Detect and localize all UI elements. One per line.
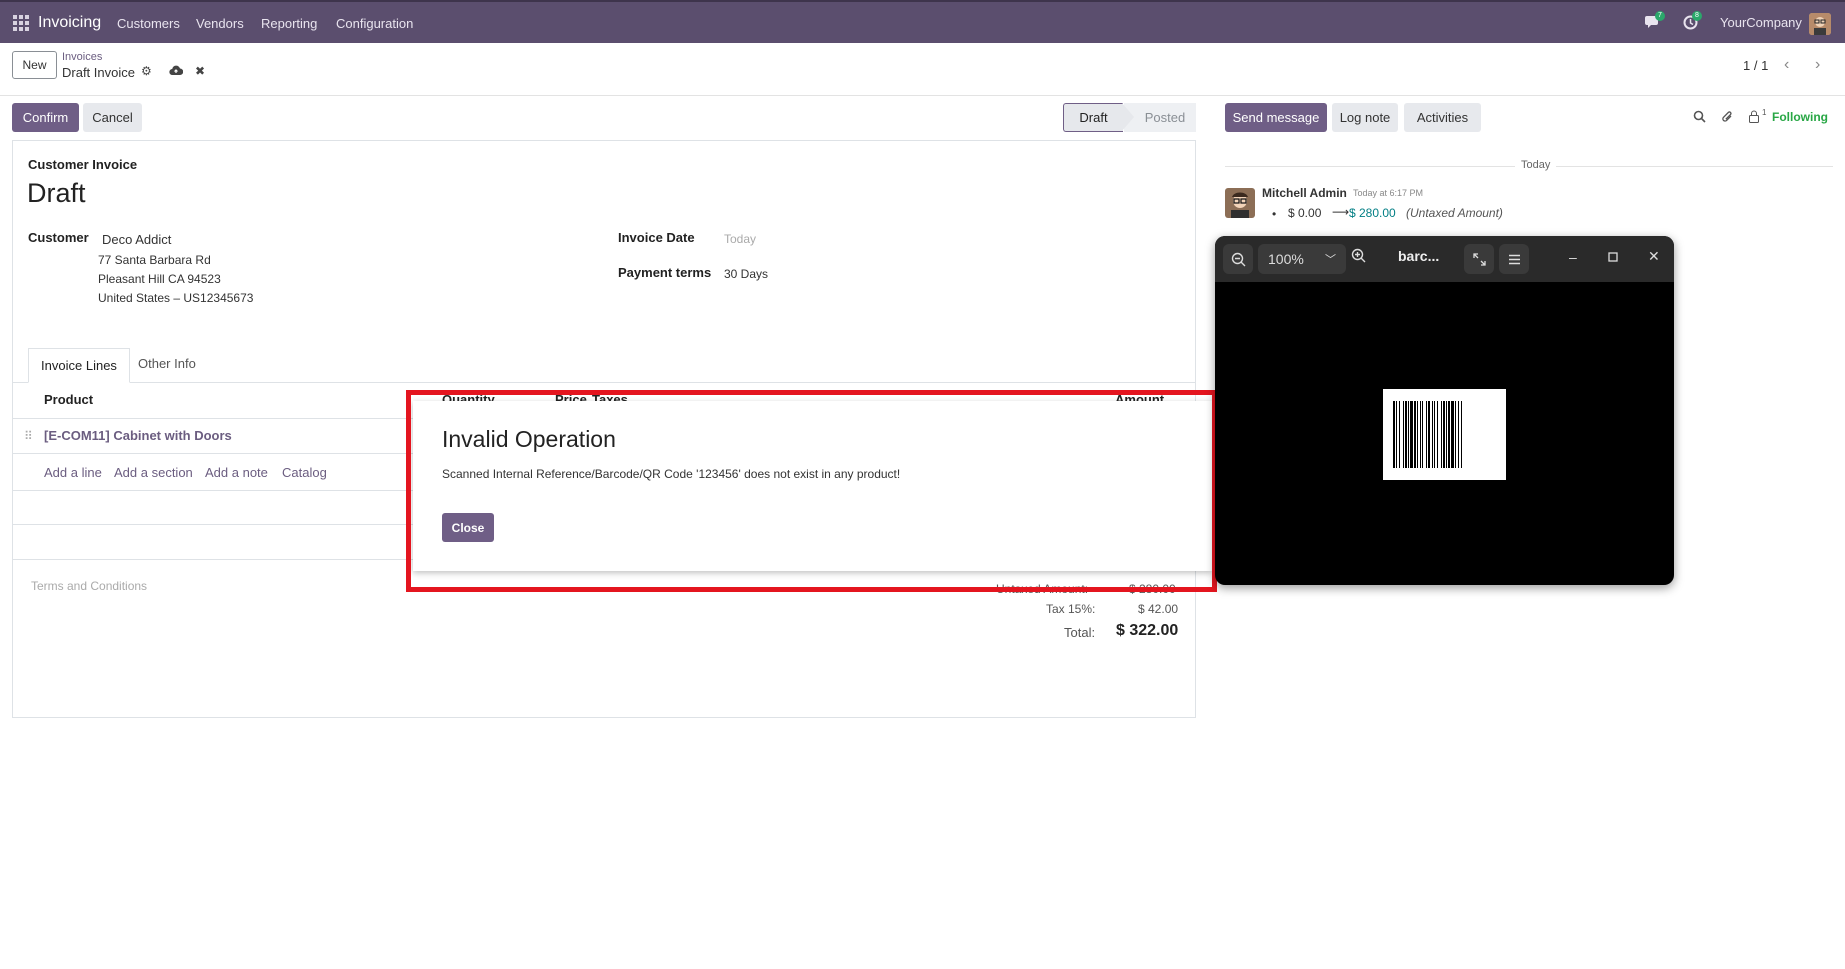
- breadcrumb-invoices[interactable]: Invoices: [62, 51, 102, 63]
- catalog-link[interactable]: Catalog: [282, 465, 327, 480]
- save-cloud-icon[interactable]: [169, 65, 184, 79]
- tab-invoice-lines[interactable]: Invoice Lines: [28, 348, 130, 383]
- address-line-2: Pleasant Hill CA 94523: [98, 272, 221, 286]
- date-separator: Today: [1515, 159, 1557, 171]
- menu-customers[interactable]: Customers: [117, 16, 180, 31]
- user-avatar[interactable]: [1809, 13, 1831, 35]
- arrow-right-icon: ⟶: [1332, 205, 1350, 219]
- tax-value: $ 42.00: [1138, 602, 1179, 616]
- menu-reporting[interactable]: Reporting: [261, 16, 317, 31]
- send-message-button[interactable]: Send message: [1225, 103, 1327, 132]
- viewer-filename: barc...: [1398, 248, 1440, 264]
- message-author[interactable]: Mitchell Admin: [1262, 186, 1347, 200]
- followers-count: 1: [1762, 108, 1767, 117]
- cancel-button[interactable]: Cancel: [83, 103, 142, 132]
- pager-value[interactable]: 1 / 1: [1743, 58, 1768, 73]
- fullscreen-icon[interactable]: [1464, 244, 1494, 274]
- paperclip-icon[interactable]: [1721, 110, 1734, 127]
- minimize-icon[interactable]: –: [1569, 249, 1577, 265]
- barcode-icon: [1393, 401, 1462, 468]
- app-menu-icon[interactable]: [13, 15, 29, 31]
- viewer-toolbar: 100% ﹀ barc... – ✕: [1215, 236, 1674, 282]
- following-toggle[interactable]: Following: [1772, 110, 1828, 124]
- tracking-old-value: $ 0.00: [1288, 206, 1322, 220]
- add-line-link[interactable]: Add a line: [44, 465, 102, 480]
- zoom-value: 100%: [1268, 251, 1304, 267]
- confirm-button[interactable]: Confirm: [12, 103, 79, 132]
- hamburger-menu-icon[interactable]: [1499, 244, 1529, 274]
- column-product[interactable]: Product: [44, 392, 93, 407]
- payment-terms-label: Payment terms: [618, 265, 712, 280]
- pager-previous-icon[interactable]: ‹: [1784, 56, 1789, 74]
- total-label: Total:: [1064, 625, 1096, 640]
- activities-count: 8: [1692, 11, 1702, 21]
- tabs-divider: [12, 382, 1196, 383]
- tracking-new-value: $ 280.00: [1349, 206, 1396, 220]
- invoice-date-label: Invoice Date: [618, 230, 695, 245]
- address-line-1: 77 Santa Barbara Rd: [98, 253, 211, 267]
- status-arrow: [1122, 103, 1134, 131]
- tracking-bullet: •: [1272, 207, 1277, 221]
- followers-icon[interactable]: [1748, 110, 1760, 126]
- status-draft[interactable]: Draft: [1063, 103, 1123, 132]
- zoom-out-icon[interactable]: [1223, 244, 1253, 274]
- menu-configuration[interactable]: Configuration: [336, 16, 413, 31]
- discard-icon[interactable]: ✖: [195, 64, 205, 78]
- top-navbar: Invoicing Customers Vendors Reporting Co…: [0, 0, 1845, 43]
- address-line-3: United States – US12345673: [98, 291, 254, 305]
- tab-other-info[interactable]: Other Info: [138, 356, 196, 371]
- messages-icon[interactable]: 7: [1645, 11, 1665, 32]
- zoom-select[interactable]: 100% ﹀: [1258, 244, 1346, 274]
- chevron-down-icon: ﹀: [1325, 254, 1336, 266]
- menu-vendors[interactable]: Vendors: [196, 16, 244, 31]
- customer-label: Customer: [28, 230, 89, 245]
- line-product[interactable]: [E-COM11] Cabinet with Doors: [44, 428, 232, 443]
- image-viewer-window: 100% ﹀ barc... – ✕: [1215, 236, 1674, 585]
- form-subtitle: Customer Invoice: [28, 157, 138, 172]
- customer-field[interactable]: Deco Addict: [102, 232, 171, 247]
- form-title: Draft: [27, 178, 86, 208]
- app-name[interactable]: Invoicing: [38, 14, 101, 32]
- author-avatar[interactable]: [1225, 188, 1255, 218]
- total-value: $ 322.00: [1116, 622, 1179, 639]
- drag-handle-icon[interactable]: ⠿: [24, 429, 33, 443]
- activities-icon[interactable]: 8: [1683, 11, 1702, 33]
- terms-conditions-field[interactable]: Terms and Conditions: [31, 579, 147, 593]
- zoom-in-icon[interactable]: [1351, 248, 1366, 266]
- gear-icon[interactable]: ⚙: [141, 64, 152, 78]
- invoice-date-field[interactable]: Today: [724, 232, 756, 246]
- messages-count: 7: [1655, 11, 1665, 21]
- activities-button[interactable]: Activities: [1404, 103, 1481, 132]
- breadcrumb-current: Draft Invoice: [62, 65, 135, 80]
- tax-label: Tax 15%:: [1046, 602, 1096, 616]
- add-note-link[interactable]: Add a note: [205, 465, 268, 480]
- dialog-highlight-box: [406, 390, 1217, 592]
- log-note-button[interactable]: Log note: [1332, 103, 1398, 132]
- close-window-icon[interactable]: ✕: [1648, 248, 1660, 265]
- company-switcher[interactable]: YourCompany: [1720, 15, 1802, 30]
- control-panel-divider: [0, 95, 1845, 96]
- message-time: Today at 6:17 PM: [1353, 188, 1424, 198]
- add-section-link[interactable]: Add a section: [114, 465, 193, 480]
- barcode-image: [1383, 389, 1506, 480]
- status-posted[interactable]: Posted: [1124, 103, 1196, 132]
- tracking-field-name: (Untaxed Amount): [1406, 206, 1503, 220]
- pager-next-icon[interactable]: ›: [1815, 56, 1820, 74]
- search-icon[interactable]: [1693, 110, 1706, 126]
- payment-terms-field[interactable]: 30 Days: [724, 267, 768, 281]
- new-button[interactable]: New: [12, 51, 57, 79]
- maximize-icon[interactable]: [1608, 249, 1618, 265]
